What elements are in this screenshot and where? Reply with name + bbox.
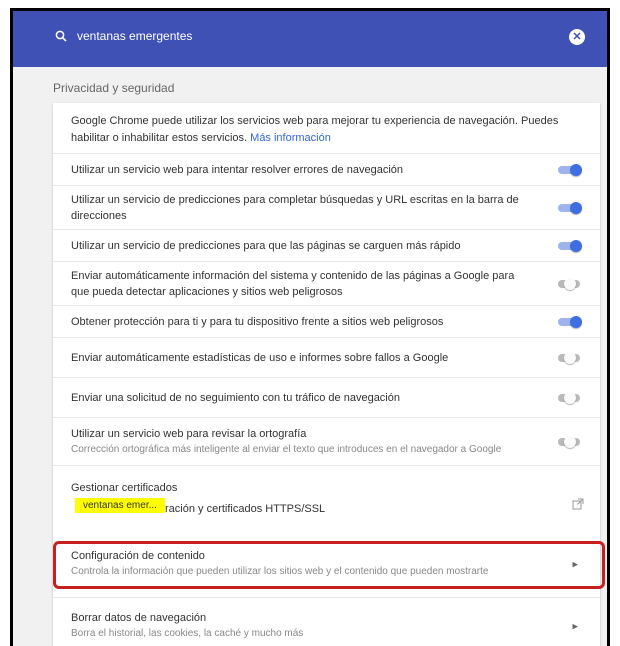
search-highlight-bubble: ventanas emer... — [75, 498, 165, 513]
spellcheck-label: Utilizar un servicio web para revisar la… — [71, 428, 307, 440]
setting-label: Enviar una solicitud de no seguimiento c… — [71, 392, 400, 404]
setting-row[interactable]: Enviar automáticamente información del s… — [53, 261, 600, 306]
more-info-link[interactable]: Más información — [250, 132, 331, 144]
setting-label: Utilizar un servicio de predicciones par… — [71, 240, 461, 252]
clear-search-icon[interactable]: ✕ — [569, 29, 585, 45]
setting-label: Utilizar un servicio de predicciones par… — [71, 194, 519, 222]
toggle-switch[interactable] — [558, 278, 582, 290]
spellcheck-sublabel: Corrección ortográfica más inteligente a… — [71, 444, 502, 455]
section-title: Privacidad y seguridad — [53, 81, 175, 95]
setting-row[interactable]: Enviar automáticamente estadísticas de u… — [53, 337, 600, 378]
annotation-highlight-box — [53, 541, 605, 589]
setting-label: Enviar automáticamente información del s… — [71, 270, 515, 298]
toggle-switch[interactable] — [558, 164, 582, 176]
settings-window: ventanas emergentes ✕ Privacidad y segur… — [10, 8, 610, 646]
search-input[interactable]: ventanas emergentes — [77, 29, 192, 43]
clear-data-title: Borrar datos de navegación — [71, 612, 207, 624]
open-external-icon[interactable] — [572, 498, 584, 510]
intro-text: Google Chrome puede utilizar los servici… — [71, 113, 582, 147]
clear-data-label: Borrar datos de navegación Borra el hist… — [71, 610, 520, 642]
setting-row[interactable]: Utilizar un servicio de predicciones par… — [53, 229, 600, 262]
setting-label: Obtener protección para ti y para tu dis… — [71, 316, 444, 328]
setting-label: Utilizar un servicio web para intentar r… — [71, 164, 403, 176]
setting-row[interactable]: Utilizar un servicio web para revisar la… — [53, 417, 600, 466]
clear-browsing-data-row[interactable]: Borrar datos de navegación Borra el hist… — [53, 597, 600, 646]
setting-row[interactable]: Obtener protección para ti y para tu dis… — [53, 305, 600, 338]
intro-row: Google Chrome puede utilizar los servici… — [53, 103, 600, 153]
setting-label: Enviar automáticamente estadísticas de u… — [71, 352, 449, 364]
search-bar: ventanas emergentes ✕ — [13, 11, 607, 67]
toggle-switch[interactable] — [558, 352, 582, 364]
setting-row[interactable]: Enviar una solicitud de no seguimiento c… — [53, 377, 600, 418]
toggle-switch[interactable] — [558, 202, 582, 214]
certificates-label: Gestionar certificados — [71, 482, 178, 494]
setting-row[interactable]: Utilizar un servicio web para intentar r… — [53, 153, 600, 186]
chevron-right-icon[interactable]: ▸ — [572, 620, 578, 633]
toggle-switch[interactable] — [558, 240, 582, 252]
toggle-switch[interactable] — [558, 436, 582, 448]
setting-row[interactable]: Utilizar un servicio de predicciones par… — [53, 185, 600, 230]
search-icon — [55, 30, 67, 42]
toggle-switch[interactable] — [558, 392, 582, 404]
setting-label: Utilizar un servicio web para revisar la… — [71, 426, 520, 458]
manage-certificates-row[interactable]: Gestionar certificados ventanas emer... … — [53, 465, 600, 542]
certificates-sublabel: ración y certificados HTTPS/SSL — [165, 503, 326, 515]
clear-data-sublabel: Borra el historial, las cookies, la cach… — [71, 628, 304, 639]
toggle-switch[interactable] — [558, 316, 582, 328]
